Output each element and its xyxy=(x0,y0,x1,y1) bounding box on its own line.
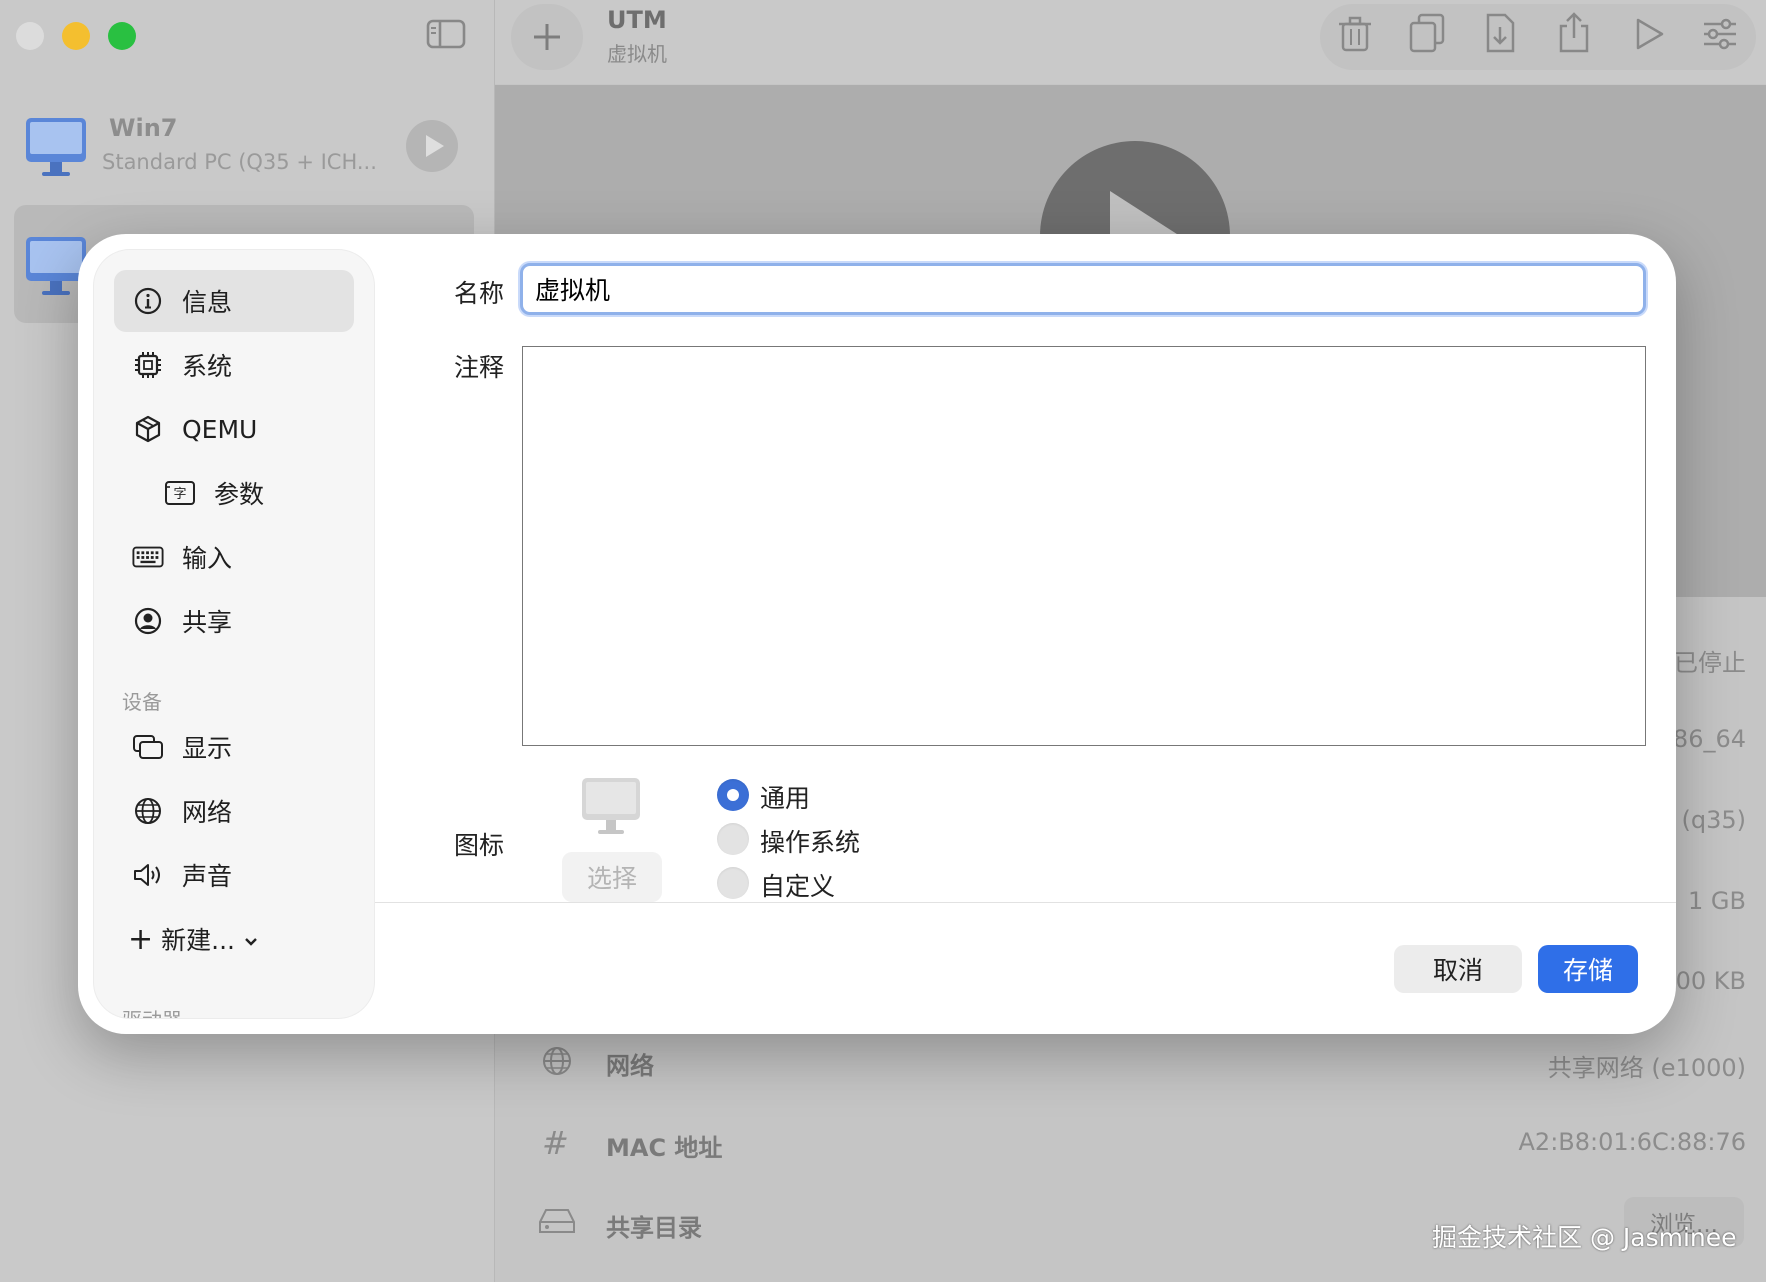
nav-item-sharing[interactable]: 共享 xyxy=(114,590,354,652)
mac-row-value: A2:B8:01:6C:88:76 xyxy=(1518,1128,1747,1156)
nav-label: 系统 xyxy=(182,352,233,381)
svg-text:字: 字 xyxy=(173,487,186,502)
globe-icon xyxy=(540,1044,574,1082)
name-input[interactable] xyxy=(520,263,1646,315)
monitor-icon xyxy=(582,778,640,834)
save-button[interactable]: 存储 xyxy=(1538,945,1638,993)
footer-divider xyxy=(374,902,1676,903)
icon-option-os-label: 操作系统 xyxy=(760,828,861,857)
vm-play-button[interactable] xyxy=(406,120,458,172)
vm-list-item[interactable]: Win7 Standard PC (Q35 + ICH... xyxy=(14,86,474,204)
nav-label: 参数 xyxy=(214,480,265,509)
plus-icon: + xyxy=(128,921,154,957)
icon-option-custom-radio[interactable] xyxy=(717,867,749,899)
vm-icon-preview xyxy=(580,776,642,842)
person-icon xyxy=(132,605,164,637)
nav-label: 显示 xyxy=(182,734,233,763)
nav-label: 输入 xyxy=(182,544,233,573)
chevron-down-icon xyxy=(243,925,259,954)
nav-item-sound[interactable]: 声音 xyxy=(114,844,354,906)
nav-item-network[interactable]: 网络 xyxy=(114,780,354,842)
network-row-label: 网络 xyxy=(606,1052,654,1080)
nav-item-input[interactable]: 输入 xyxy=(114,526,354,588)
toolbar: UTM 虚拟机 xyxy=(495,0,1766,84)
nav-label: 声音 xyxy=(182,862,233,891)
choose-icon-button[interactable]: 选择 xyxy=(562,852,662,902)
clone-icon[interactable] xyxy=(1407,12,1447,53)
icon-option-generic-label: 通用 xyxy=(760,784,811,813)
add-vm-button[interactable] xyxy=(511,4,583,70)
nav-label: 共享 xyxy=(182,608,233,637)
window-subtitle: 虚拟机 xyxy=(607,42,667,66)
notes-textarea[interactable] xyxy=(522,346,1646,746)
close-window-button[interactable] xyxy=(16,22,44,50)
share-icon[interactable] xyxy=(1554,10,1594,53)
display-icon xyxy=(132,731,164,763)
play-icon xyxy=(426,135,444,157)
icon-option-generic-radio[interactable] xyxy=(717,779,749,811)
cpu-icon xyxy=(132,349,164,381)
download-document-icon[interactable] xyxy=(1480,12,1520,53)
watermark: 掘金技术社区 @ Jasminee xyxy=(1432,1223,1737,1252)
hash-icon: # xyxy=(542,1124,569,1162)
icon-label: 图标 xyxy=(454,831,505,860)
info-icon xyxy=(132,285,164,317)
plus-icon xyxy=(534,24,560,50)
toolbar-action-group xyxy=(1320,4,1756,70)
zoom-window-button[interactable] xyxy=(108,22,136,50)
sidebar-toggle-icon[interactable] xyxy=(426,18,466,54)
nav-item-arguments[interactable]: 字 参数 xyxy=(146,462,354,524)
nav-label: QEMU xyxy=(182,414,258,444)
settings-nav: 信息 系统 QEMU 字 参数 输入 共享 设备 显示 网络 声音 + 新建..… xyxy=(94,250,374,1018)
drives-section-header: 驱动器 xyxy=(122,1004,182,1018)
notes-label: 注释 xyxy=(454,353,505,382)
name-label: 名称 xyxy=(454,279,505,308)
cube-icon xyxy=(132,413,164,445)
monitor-icon xyxy=(24,116,88,182)
minimize-window-button[interactable] xyxy=(62,22,90,50)
keyboard-icon xyxy=(132,541,164,573)
network-row-value: 共享网络 (e1000) xyxy=(1547,1054,1746,1082)
window-title: UTM xyxy=(607,6,667,34)
icon-option-os-radio[interactable] xyxy=(717,823,749,855)
devices-section-header: 设备 xyxy=(122,690,162,714)
trash-icon[interactable] xyxy=(1335,14,1375,54)
nav-item-info[interactable]: 信息 xyxy=(114,270,354,332)
drive-icon xyxy=(538,1206,576,1240)
nav-label: 信息 xyxy=(182,288,233,317)
nav-item-qemu[interactable]: QEMU xyxy=(114,398,354,460)
run-icon[interactable] xyxy=(1628,14,1668,54)
new-device-label: 新建... xyxy=(161,926,235,955)
vm-subtitle: Standard PC (Q35 + ICH... xyxy=(102,150,377,174)
nav-item-display[interactable]: 显示 xyxy=(114,716,354,778)
globe-icon xyxy=(132,795,164,827)
nav-item-system[interactable]: 系统 xyxy=(114,334,354,396)
shared-dir-row-label: 共享目录 xyxy=(606,1214,702,1242)
nav-label: 网络 xyxy=(182,798,233,827)
settings-sliders-icon[interactable] xyxy=(1700,14,1740,54)
new-device-menu[interactable]: + 新建... xyxy=(114,908,354,970)
icon-option-custom-label: 自定义 xyxy=(760,872,836,901)
text-format-icon: 字 xyxy=(164,477,196,509)
speaker-icon xyxy=(132,859,164,891)
vm-name: Win7 xyxy=(109,114,178,142)
cancel-button[interactable]: 取消 xyxy=(1394,945,1522,993)
mac-row-label: MAC 地址 xyxy=(606,1134,723,1162)
